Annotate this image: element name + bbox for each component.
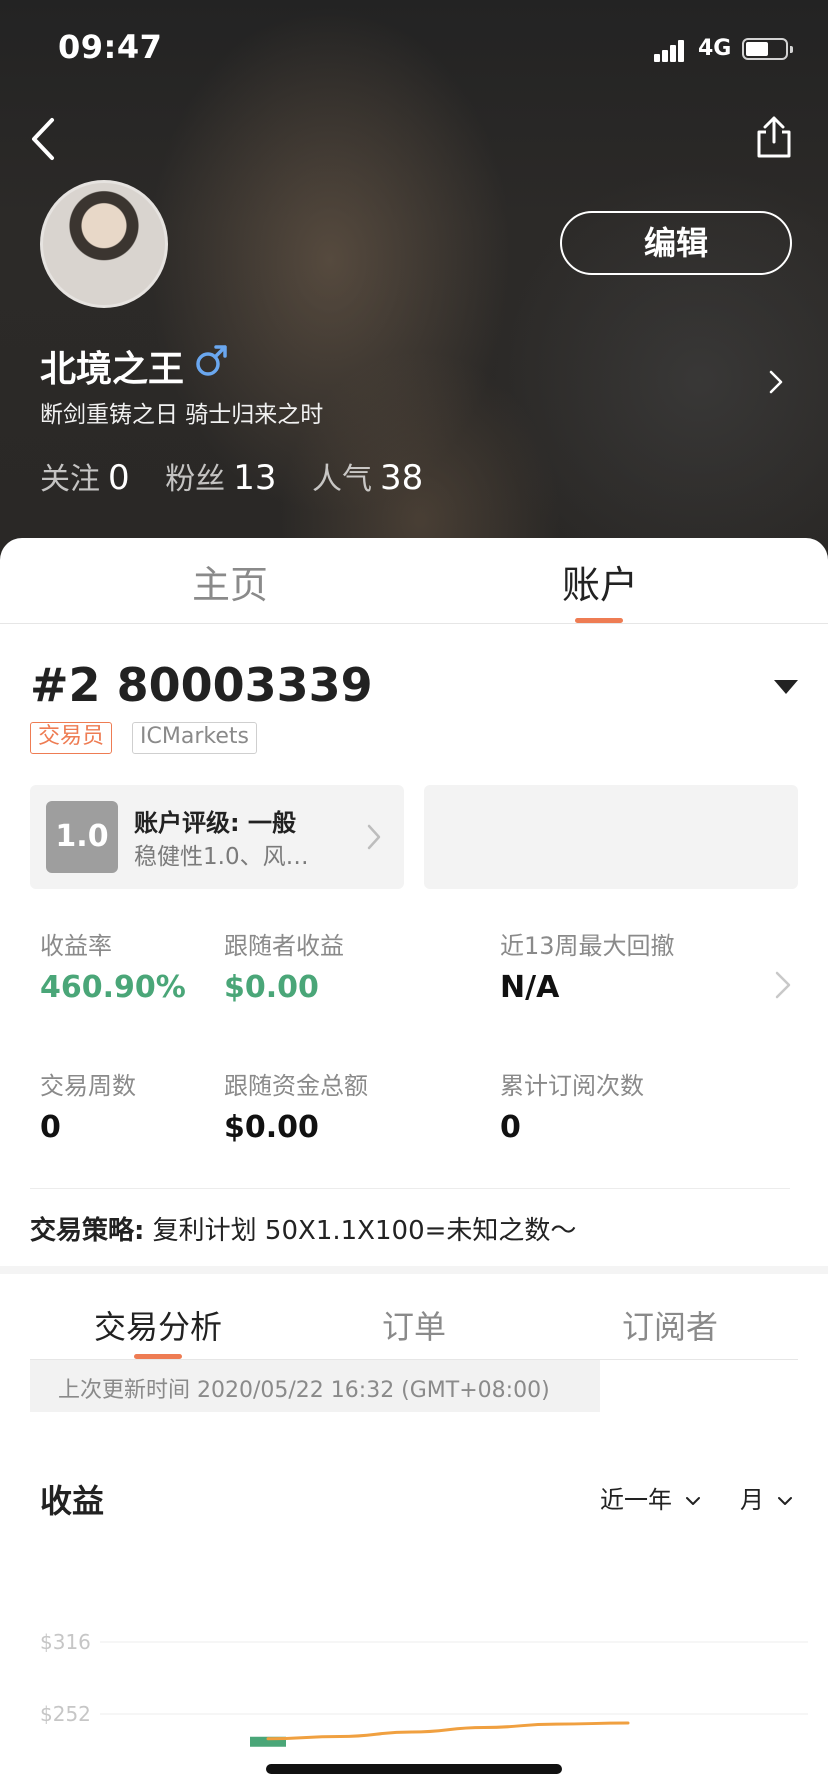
status-bar: 09:47 4G <box>0 0 828 100</box>
network-label: 4G <box>698 36 732 61</box>
signature: 断剑重铸之日 骑士归来之时 <box>40 402 324 428</box>
chevron-right-icon[interactable] <box>766 368 786 396</box>
unit-select[interactable]: 月 <box>740 1480 792 1515</box>
rating-title: 账户评级: 一般 <box>134 809 296 837</box>
section-gap <box>0 1266 828 1274</box>
subscription-count-value: 0 <box>500 1110 521 1145</box>
max-drawdown-label: 近13周最大回撤 <box>500 932 675 960</box>
chevron-right-icon <box>367 824 381 850</box>
tab-trading-analysis[interactable]: 交易分析 <box>94 1302 222 1348</box>
tab-home[interactable]: 主页 <box>192 554 268 609</box>
tab-underline <box>575 618 623 623</box>
popularity-count: 38 <box>380 458 424 498</box>
divider <box>30 1188 790 1189</box>
period-select[interactable]: 近一年 <box>600 1480 700 1515</box>
tab-orders[interactable]: 订单 <box>382 1302 446 1348</box>
following-count[interactable]: 0 <box>108 458 130 498</box>
signal-icon <box>654 38 688 62</box>
trader-badge: 交易员 <box>30 722 113 754</box>
status-time: 09:47 <box>58 28 163 66</box>
update-time-bar: 上次更新时间 2020/05/22 16:32 (GMT+08:00) <box>30 1360 600 1412</box>
profile-header: 09:47 4G 编辑 北境之王 断剑重铸之日 骑士归来之时 关注 0 粉丝 13 … <box>0 0 828 560</box>
return-rate-label: 收益率 <box>40 932 112 960</box>
chevron-right-icon[interactable] <box>774 970 792 1000</box>
follower-profit-value: $0.00 <box>224 970 319 1005</box>
male-gender-icon <box>196 345 227 376</box>
chevron-down-icon <box>685 1497 700 1505</box>
battery-icon <box>742 38 793 60</box>
tab-account[interactable]: 账户 <box>562 554 638 609</box>
update-time-text: 上次更新时间 2020/05/22 16:32 (GMT+08:00) <box>58 1378 550 1403</box>
edit-button[interactable]: 编辑 <box>560 211 792 275</box>
y-tick-label: $316 <box>40 1630 91 1654</box>
series-line <box>266 1721 630 1741</box>
back-button[interactable] <box>24 114 64 164</box>
period-select-value: 近一年 <box>600 1486 672 1514</box>
dropdown-triangle-icon[interactable] <box>774 680 798 696</box>
trading-weeks-value: 0 <box>40 1110 61 1145</box>
share-button[interactable] <box>754 114 794 160</box>
follow-funds-label: 跟随资金总额 <box>224 1072 368 1100</box>
account-number: #2 80003339 <box>30 658 373 712</box>
username: 北境之王 <box>40 349 185 390</box>
sub-tab-underline <box>134 1354 182 1359</box>
content-sheet: 主页 账户 #2 80003339 交易员 ICMarkets 1.0 账户评级… <box>0 538 828 1792</box>
follow-funds-value: $0.00 <box>224 1110 319 1145</box>
main-tabs: 主页 账户 <box>0 538 828 624</box>
rating-score: 1.0 <box>46 801 118 873</box>
empty-card <box>424 785 798 889</box>
strategy-line: 交易策略: 复利计划 50X1.1X100=未知之数～ <box>30 1210 576 1247</box>
followers-count[interactable]: 13 <box>233 458 276 498</box>
chart-title: 收益 <box>40 1482 105 1520</box>
trading-weeks-label: 交易周数 <box>40 1072 136 1100</box>
profile-stats: 关注 0 粉丝 13 人气 38 <box>40 454 449 498</box>
return-rate-value: 460.90% <box>40 970 186 1005</box>
avatar[interactable] <box>40 180 168 308</box>
followers-label[interactable]: 粉丝 <box>165 462 225 497</box>
following-label[interactable]: 关注 <box>40 462 100 497</box>
share-icon <box>757 116 791 158</box>
popularity-label: 人气 <box>312 462 372 497</box>
follower-profit-label: 跟随者收益 <box>224 932 344 960</box>
subscription-count-label: 累计订阅次数 <box>500 1072 644 1100</box>
rating-subtitle: 稳健性1.0、风… <box>134 844 309 870</box>
chevron-left-icon <box>32 118 54 160</box>
strategy-text: 复利计划 50X1.1X100=未知之数～ <box>152 1216 577 1246</box>
home-indicator <box>266 1764 562 1774</box>
analysis-tabs: 交易分析 订单 订阅者 <box>30 1274 798 1360</box>
profit-chart-svg: $316 $252 <box>40 1630 808 1747</box>
unit-select-value: 月 <box>740 1486 764 1514</box>
y-tick-label: $252 <box>40 1702 91 1726</box>
broker-badge: ICMarkets <box>132 722 257 754</box>
chevron-down-icon <box>777 1497 792 1505</box>
max-drawdown-value: N/A <box>500 970 560 1005</box>
rating-card[interactable]: 1.0 账户评级: 一般 稳健性1.0、风… <box>30 785 404 889</box>
tab-subscribers[interactable]: 订阅者 <box>622 1302 718 1348</box>
strategy-label: 交易策略: <box>30 1216 145 1246</box>
profit-chart: $316 $252 <box>0 1538 828 1792</box>
